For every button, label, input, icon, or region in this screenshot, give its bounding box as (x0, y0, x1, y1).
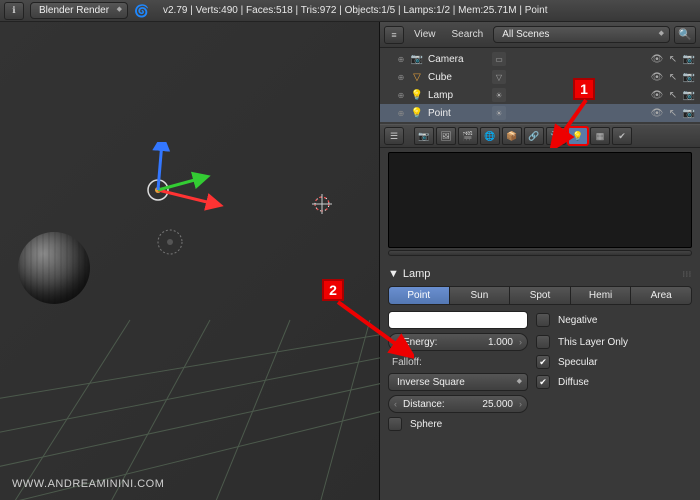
distance-label: Distance: (403, 399, 445, 410)
camera-icon: 📷 (410, 52, 424, 66)
tab-world[interactable]: 🌐 (480, 127, 500, 145)
thislayer-checkbox[interactable] (536, 335, 550, 349)
specular-checkbox[interactable] (536, 355, 550, 369)
tab-constraints[interactable]: 🔗 (524, 127, 544, 145)
tab-render-layers[interactable]: 🖼 (436, 127, 456, 145)
outliner-editor-icon[interactable]: ≡ (384, 26, 404, 44)
cursor-icon[interactable]: ↖ (666, 88, 680, 102)
datablock-icon: ▭ (492, 52, 506, 66)
sphere-checkbox[interactable] (388, 417, 402, 431)
outliner-item-camera[interactable]: ⊕ 📷 Camera ▭ 👁 ↖ 📷 (380, 50, 700, 68)
render-icon[interactable]: 📷 (682, 70, 696, 84)
negative-checkbox[interactable] (536, 313, 550, 327)
energy-label: Energy: (403, 337, 437, 348)
falloff-label: Falloff: (388, 357, 528, 368)
properties-editor-icon[interactable]: ☰ (384, 127, 404, 145)
panel-title: Lamp (403, 268, 431, 280)
lamp-icon: 💡 (410, 88, 424, 102)
outliner-item-label: Cube (428, 72, 488, 83)
tab-object[interactable]: 📦 (502, 127, 522, 145)
lamp-panel-header[interactable]: ▼ Lamp ፧፧፧ (386, 264, 694, 284)
mesh-sphere (18, 232, 90, 304)
outliner-item-label: Camera (428, 54, 488, 65)
render-icon[interactable]: 📷 (682, 52, 696, 66)
lamp-icon: 💡 (410, 106, 424, 120)
blender-logo-icon: 🌀 (134, 4, 149, 18)
lamp-type-sun[interactable]: Sun (450, 287, 511, 304)
expand-icon[interactable]: ⊕ (396, 91, 406, 100)
lamp-type-tabs: Point Sun Spot Hemi Area (388, 286, 692, 305)
datablock-icon: ☀ (492, 106, 506, 120)
3d-viewport[interactable]: WWW.ANDREAMININI.COM (0, 22, 380, 500)
preview-scroll[interactable] (388, 250, 692, 256)
eye-icon[interactable]: 👁 (650, 52, 664, 66)
outliner-view-menu[interactable]: View (408, 29, 442, 40)
outliner-tree[interactable]: ⊕ 📷 Camera ▭ 👁 ↖ 📷 ⊕ ▽ Cube ▽ 👁 ↖ 📷 (380, 48, 700, 124)
lamp-preview (388, 152, 692, 248)
specular-label[interactable]: Specular (558, 357, 597, 368)
scene-stats: v2.79 | Verts:490 | Faces:518 | Tris:972… (163, 5, 547, 16)
properties-header: ☰ 📷 🖼 🎬 🌐 📦 🔗 🔧 💡 ▦ ✔ (380, 124, 700, 148)
callout-2: 2 (322, 279, 344, 301)
render-icon[interactable]: 📷 (682, 106, 696, 120)
info-editor-icon[interactable]: ℹ (4, 2, 24, 20)
sphere-label[interactable]: Sphere (410, 419, 442, 430)
panel-grip-icon[interactable]: ፧፧፧ (683, 269, 692, 280)
outliner-mode-dropdown[interactable]: All Scenes (493, 26, 670, 43)
outliner-item-label: Lamp (428, 90, 488, 101)
tab-lamp-data[interactable]: 💡 (568, 127, 588, 145)
expand-icon[interactable]: ⊕ (396, 73, 406, 82)
cursor-icon[interactable]: ↖ (666, 70, 680, 84)
render-icon[interactable]: 📷 (682, 88, 696, 102)
lamp-type-spot[interactable]: Spot (510, 287, 571, 304)
tab-render[interactable]: 📷 (414, 127, 434, 145)
lamp-outline-icon (150, 222, 190, 262)
datablock-icon: ☀ (492, 88, 506, 102)
tab-modifiers[interactable]: 🔧 (546, 127, 566, 145)
chevron-down-icon: ▼ (388, 268, 399, 280)
lamp-type-area[interactable]: Area (631, 287, 691, 304)
distance-field[interactable]: Distance: 25.000 (388, 395, 528, 413)
lamp-type-hemi[interactable]: Hemi (571, 287, 632, 304)
cursor-icon[interactable]: ↖ (666, 52, 680, 66)
diffuse-checkbox[interactable] (536, 375, 550, 389)
render-engine-dropdown[interactable]: Blender Render (30, 2, 128, 19)
search-icon[interactable]: 🔍 (674, 26, 696, 44)
thislayer-label[interactable]: This Layer Only (558, 337, 628, 348)
distance-value: 25.000 (482, 399, 513, 410)
eye-icon[interactable]: 👁 (650, 70, 664, 84)
negative-label[interactable]: Negative (558, 315, 597, 326)
3d-cursor-icon (310, 192, 334, 216)
expand-icon[interactable]: ⊕ (396, 109, 406, 118)
lamp-color-field[interactable] (388, 311, 528, 329)
tab-physics[interactable]: ✔ (612, 127, 632, 145)
cursor-icon[interactable]: ↖ (666, 106, 680, 120)
outliner-search-menu[interactable]: Search (446, 29, 490, 40)
callout-1: 1 (573, 78, 595, 100)
outliner-item-point[interactable]: ⊕ 💡 Point ☀ 👁 ↖ 📷 (380, 104, 700, 122)
falloff-dropdown[interactable]: Inverse Square (388, 373, 528, 391)
outliner-item-lamp[interactable]: ⊕ 💡 Lamp ☀ 👁 ↖ 📷 (380, 86, 700, 104)
energy-field[interactable]: Energy: 1.000 (388, 333, 528, 351)
outliner-item-label: Point (428, 108, 488, 119)
mesh-icon: ▽ (410, 70, 424, 84)
energy-value: 1.000 (488, 337, 513, 348)
lamp-type-point[interactable]: Point (389, 287, 450, 304)
tab-texture[interactable]: ▦ (590, 127, 610, 145)
outliner-item-cube[interactable]: ⊕ ▽ Cube ▽ 👁 ↖ 📷 (380, 68, 700, 86)
diffuse-label[interactable]: Diffuse (558, 377, 589, 388)
datablock-icon: ▽ (492, 70, 506, 84)
tab-scene[interactable]: 🎬 (458, 127, 478, 145)
eye-icon[interactable]: 👁 (650, 106, 664, 120)
expand-icon[interactable]: ⊕ (396, 55, 406, 64)
eye-icon[interactable]: 👁 (650, 88, 664, 102)
watermark-text: WWW.ANDREAMININI.COM (12, 478, 164, 490)
